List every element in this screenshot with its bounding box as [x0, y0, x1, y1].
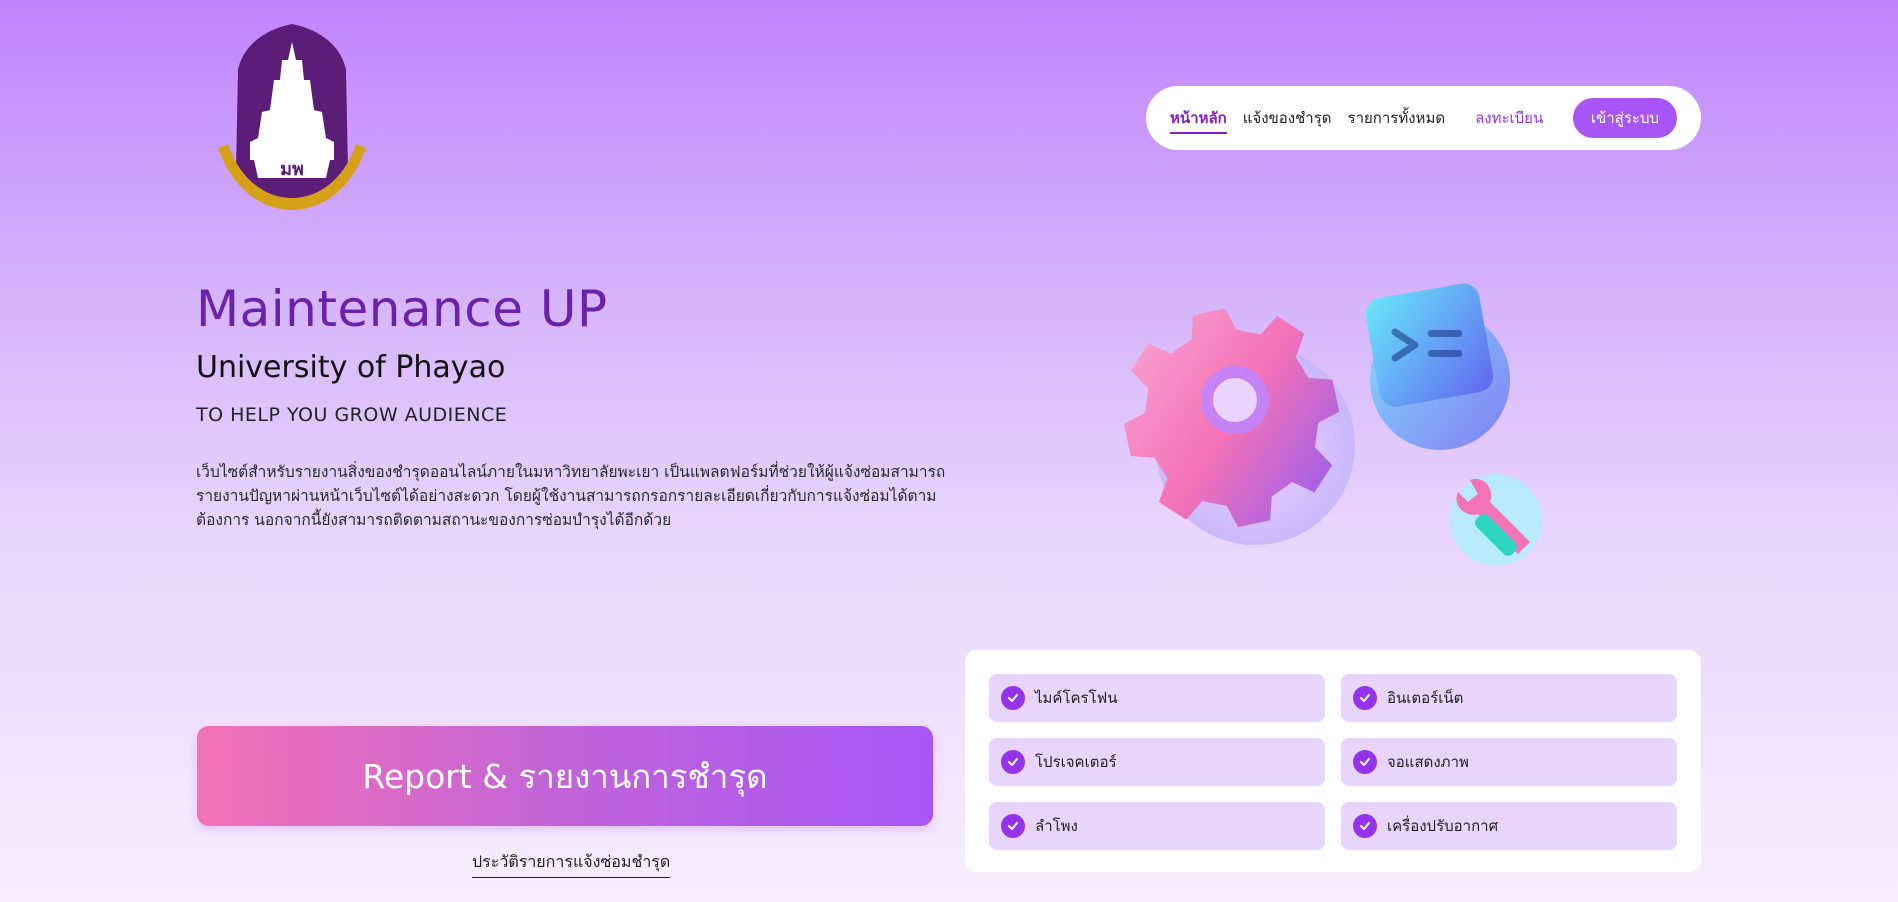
page-title: Maintenance UP [196, 280, 608, 338]
maintenance-illustration [1123, 283, 1542, 566]
list-item[interactable]: ไมค์โครโฟน [989, 674, 1325, 722]
list-item[interactable]: ลำโพง [989, 802, 1325, 850]
list-item[interactable]: อินเตอร์เน็ต [1341, 674, 1677, 722]
check-icon [1001, 814, 1025, 838]
equipment-label: อินเตอร์เน็ต [1387, 689, 1464, 707]
description: เว็บไซต์สำหรับรายงานสิ่งของชำรุดออนไลน์ภ… [196, 463, 946, 529]
nav-home[interactable]: หน้าหลัก [1170, 106, 1227, 134]
report-button[interactable]: Report & รายงานการชำรุด [197, 726, 933, 826]
check-icon [1001, 750, 1025, 774]
page-subtitle: University of Phayao [196, 350, 506, 385]
check-icon [1353, 750, 1377, 774]
history-link[interactable]: ประวัติรายการแจ้งซ่อมชำรุด [472, 850, 671, 878]
equipment-card: ไมค์โครโฟน อินเตอร์เน็ต โปรเจคเตอร์ จอแส… [965, 650, 1701, 872]
equipment-label: ลำโพง [1035, 817, 1078, 835]
terminal-icon [1365, 283, 1494, 407]
check-icon [1353, 686, 1377, 710]
list-item[interactable]: เครื่องปรับอากาศ [1341, 802, 1677, 850]
equipment-label: ไมค์โครโฟน [1035, 689, 1118, 707]
equipment-label: จอแสดงภาพ [1387, 753, 1469, 771]
list-item[interactable]: จอแสดงภาพ [1341, 738, 1677, 786]
nav-report-damage[interactable]: แจ้งของชำรุด [1243, 106, 1332, 130]
top-nav: หน้าหลัก แจ้งของชำรุด รายการทั้งหมด ลงทะ… [1146, 86, 1701, 150]
equipment-label: เครื่องปรับอากาศ [1387, 817, 1499, 835]
tagline: TO HELP YOU GROW AUDIENCE [196, 404, 508, 426]
check-icon [1353, 814, 1377, 838]
login-button[interactable]: เข้าสู่ระบบ [1572, 98, 1677, 138]
nav-all-items[interactable]: รายการทั้งหมด [1348, 106, 1446, 130]
check-icon [1001, 686, 1025, 710]
equipment-label: โปรเจคเตอร์ [1035, 753, 1117, 771]
university-logo: มพ [218, 24, 366, 210]
nav-register[interactable]: ลงทะเบียน [1475, 106, 1543, 130]
list-item[interactable]: โปรเจคเตอร์ [989, 738, 1325, 786]
svg-text:มพ: มพ [280, 159, 304, 180]
